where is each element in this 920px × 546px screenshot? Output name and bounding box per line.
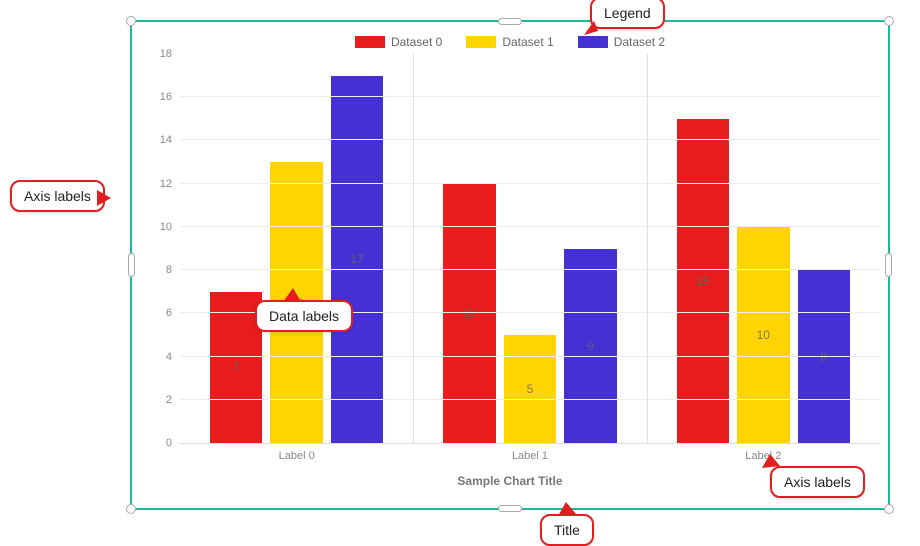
callout-axis-labels-right-text: Axis labels — [784, 474, 851, 490]
data-label: 8 — [820, 350, 827, 364]
legend-item: Dataset 0 — [355, 35, 442, 49]
y-tick-label: 0 — [166, 437, 172, 449]
y-tick-label: 4 — [166, 351, 172, 363]
gridline — [180, 399, 880, 400]
callout-title-text: Title — [554, 522, 580, 538]
legend-label: Dataset 2 — [614, 35, 665, 49]
data-label: 10 — [757, 328, 770, 342]
callout-axis-labels-right: Axis labels — [770, 466, 865, 498]
data-label: 9 — [587, 339, 594, 353]
bar-group: 1259 — [413, 54, 646, 443]
data-label: 17 — [350, 252, 363, 266]
chart-legend: Dataset 0 Dataset 1 Dataset 2 — [140, 30, 880, 54]
group-separator — [647, 54, 648, 443]
resize-handle-tl[interactable] — [126, 16, 136, 26]
resize-handle-br[interactable] — [884, 504, 894, 514]
legend-item: Dataset 1 — [466, 35, 553, 49]
data-label: 5 — [527, 382, 534, 396]
resize-handle-lm[interactable] — [128, 253, 135, 277]
resize-handle-tr[interactable] — [884, 16, 894, 26]
callout-axis-labels-left: Axis labels — [10, 180, 105, 212]
gridline — [180, 96, 880, 97]
bar-group: 71317 — [180, 54, 413, 443]
gridline — [180, 356, 880, 357]
x-axis-label: Label 0 — [180, 444, 413, 472]
gridline — [180, 139, 880, 140]
bars-container: 71317125915108 — [180, 54, 880, 443]
chart-container: Dataset 0 Dataset 1 Dataset 2 0 2 4 6 8 10 12 14 1… — [140, 30, 880, 500]
bar: 10 — [737, 227, 789, 443]
bar: 5 — [504, 335, 556, 443]
gridline — [180, 269, 880, 270]
callout-legend-text: Legend — [604, 5, 651, 21]
callout-legend: Legend — [590, 0, 665, 29]
bar-group: 15 10 8 — [647, 54, 880, 443]
bar: 17 — [331, 76, 383, 443]
chart-title: Sample Chart Title — [140, 474, 880, 488]
data-label: 7 — [233, 360, 240, 374]
callout-title: Title — [540, 514, 594, 546]
y-tick-label: 18 — [160, 48, 172, 60]
y-tick-label: 10 — [160, 221, 172, 233]
gridline — [180, 226, 880, 227]
bar: 15 — [677, 119, 729, 443]
bar: 9 — [564, 249, 616, 444]
y-tick-label: 14 — [160, 134, 172, 146]
y-tick-label: 6 — [166, 307, 172, 319]
resize-handle-bm[interactable] — [498, 505, 522, 512]
y-tick-label: 12 — [160, 178, 172, 190]
chart-plot-area: 024681012141618 71317125915108 — [180, 54, 880, 444]
bar: 8 — [798, 270, 850, 443]
callout-data-labels: Data labels — [255, 300, 353, 332]
legend-label: Dataset 0 — [391, 35, 442, 49]
y-tick-label: 8 — [166, 264, 172, 276]
group-separator — [413, 54, 414, 443]
resize-handle-rm[interactable] — [885, 253, 892, 277]
data-label: 15 — [696, 274, 709, 288]
callout-axis-labels-left-text: Axis labels — [24, 188, 91, 204]
x-axis-label: Label 1 — [413, 444, 646, 472]
resize-handle-tm[interactable] — [498, 18, 522, 25]
gridline — [180, 183, 880, 184]
legend-label: Dataset 1 — [502, 35, 553, 49]
callout-data-labels-text: Data labels — [269, 308, 339, 324]
y-tick-label: 16 — [160, 91, 172, 103]
y-axis: 024681012141618 — [140, 54, 176, 443]
legend-swatch — [355, 36, 385, 48]
resize-handle-bl[interactable] — [126, 504, 136, 514]
legend-swatch — [466, 36, 496, 48]
y-tick-label: 2 — [166, 394, 172, 406]
